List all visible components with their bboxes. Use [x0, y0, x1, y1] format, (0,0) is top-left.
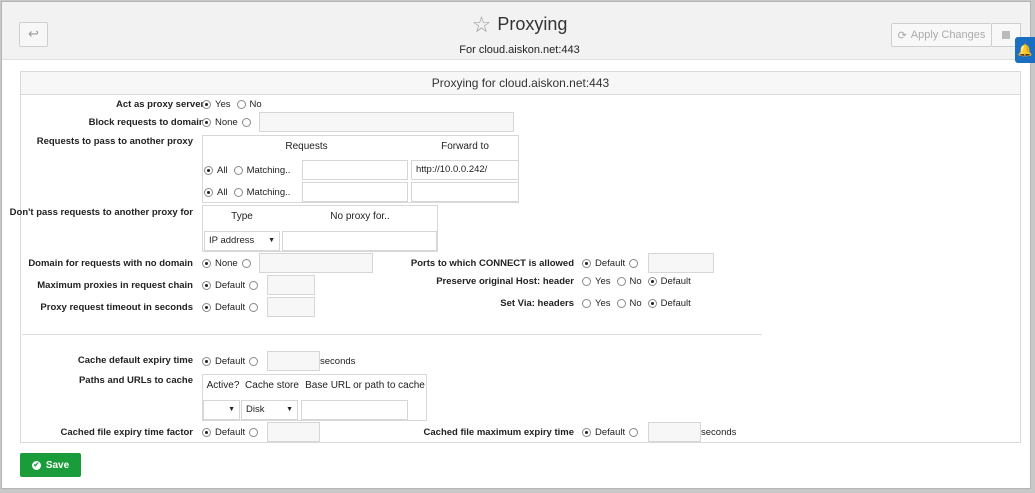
max-proxies-label: Maximum proxies in request chain: [37, 280, 193, 291]
cache-expiry-default-radio[interactable]: Default: [202, 356, 245, 367]
cached-factor-custom-radio[interactable]: [249, 427, 262, 438]
save-label: Save: [45, 459, 70, 471]
type-select[interactable]: IP address ▼: [204, 231, 280, 251]
cache-paths-label: Paths and URLs to cache: [78, 375, 193, 386]
preserve-host-label: Preserve original Host: header: [436, 276, 574, 287]
row2-all-radio[interactable]: All: [204, 187, 228, 198]
section-divider: [22, 334, 762, 335]
cache-store-column-header: Cache store: [245, 380, 299, 391]
max-proxies-custom-radio[interactable]: [249, 280, 262, 291]
no-pass-table: Type No proxy for.. IP address ▼: [202, 205, 438, 252]
base-url-column-header: Base URL or path to cache: [305, 380, 425, 391]
row2-forward-input[interactable]: [411, 182, 519, 202]
proxy-panel: Proxying for cloud.aiskon.net:443 Act as…: [10, 71, 1021, 443]
preserve-host-yes-radio[interactable]: Yes: [582, 276, 611, 287]
bell-icon[interactable]: 🔔: [1015, 37, 1035, 63]
preserve-host-no-radio[interactable]: No: [616, 276, 642, 287]
proxy-server-label: Act as proxy server?: [116, 99, 210, 110]
cached-factor-label: Cached file expiry time factor: [60, 427, 193, 438]
active-column-header: Active?: [206, 380, 240, 391]
stop-icon: [1002, 31, 1010, 39]
type-column-header: Type: [231, 211, 253, 222]
save-button[interactable]: ✔ Save: [20, 453, 81, 477]
no-pass-label: Don't pass requests to another proxy for: [9, 207, 193, 218]
page-title: Proxying: [497, 14, 568, 34]
connect-ports-label: Ports to which CONNECT is allowed: [410, 258, 574, 269]
cached-factor-input[interactable]: [267, 422, 320, 442]
cache-paths-table: Active? Cache store Base URL or path to …: [202, 374, 427, 421]
no-domain-input[interactable]: [259, 253, 373, 273]
row1-matching-radio[interactable]: Matching..: [233, 165, 290, 176]
set-via-label: Set Via: headers: [500, 298, 574, 309]
preserve-host-default-radio[interactable]: Default: [647, 276, 691, 287]
chevron-down-icon: ▼: [268, 237, 275, 244]
cache-store-select[interactable]: Disk ▼: [241, 400, 298, 420]
apply-changes-button[interactable]: ⟳ Apply Changes: [891, 23, 992, 47]
requests-column-header: Requests: [285, 141, 328, 152]
no-domain-custom-radio[interactable]: [241, 258, 255, 269]
timeout-input[interactable]: [267, 297, 315, 317]
star-icon[interactable]: ☆: [472, 13, 492, 35]
forward-to-column-header: Forward to: [441, 141, 489, 152]
check-circle-icon: ✔: [31, 460, 41, 470]
proxy-server-no-radio[interactable]: No: [236, 99, 262, 110]
chevron-down-icon: ▼: [228, 406, 235, 413]
cached-max-custom-radio[interactable]: [629, 427, 642, 438]
block-domains-none-radio[interactable]: None: [202, 117, 238, 128]
no-proxy-for-column-header: No proxy for..: [330, 211, 390, 222]
cache-expiry-custom-radio[interactable]: [249, 356, 262, 367]
cache-expiry-input[interactable]: [267, 351, 320, 371]
set-via-default-radio[interactable]: Default: [647, 298, 691, 309]
row1-matching-input[interactable]: [302, 160, 408, 180]
title-block: ☆ Proxying For cloud.aiskon.net:443: [2, 13, 1035, 56]
row1-all-radio[interactable]: All: [204, 165, 228, 176]
timeout-default-radio[interactable]: Default: [202, 302, 245, 313]
set-via-no-radio[interactable]: No: [616, 298, 642, 309]
active-select[interactable]: ▼: [203, 400, 240, 420]
block-domains-input[interactable]: [259, 112, 514, 132]
no-domain-label: Domain for requests with no domain: [28, 258, 193, 269]
set-via-yes-radio[interactable]: Yes: [582, 298, 611, 309]
row2-matching-input[interactable]: [302, 182, 408, 202]
cached-max-input[interactable]: [648, 422, 701, 442]
cached-max-label: Cached file maximum expiry time: [423, 427, 574, 438]
cached-factor-default-radio[interactable]: Default: [202, 427, 245, 438]
block-domains-custom-radio[interactable]: [241, 117, 255, 128]
page-subtitle: For cloud.aiskon.net:443: [459, 44, 580, 56]
connect-custom-radio[interactable]: [629, 258, 642, 269]
no-proxy-for-input[interactable]: [282, 231, 437, 251]
panel-heading: Proxying for cloud.aiskon.net:443: [21, 72, 1020, 95]
row2-matching-radio[interactable]: Matching..: [233, 187, 290, 198]
timeout-custom-radio[interactable]: [249, 302, 262, 313]
max-proxies-input[interactable]: [267, 275, 315, 295]
apply-changes-label: Apply Changes: [910, 29, 986, 41]
proxy-server-yes-radio[interactable]: Yes: [202, 99, 231, 110]
cache-expiry-unit: seconds: [320, 356, 356, 367]
header-bar: ↩ ☆ Proxying For cloud.aiskon.net:443 ⟳ …: [2, 2, 1030, 60]
cache-expiry-label: Cache default expiry time: [77, 355, 193, 366]
cached-max-unit: seconds: [701, 427, 737, 438]
cached-max-default-radio[interactable]: Default: [582, 427, 625, 438]
max-proxies-default-radio[interactable]: Default: [202, 280, 245, 291]
connect-ports-input[interactable]: [648, 253, 714, 273]
no-domain-none-radio[interactable]: None: [202, 258, 238, 269]
row1-forward-input[interactable]: http://10.0.0.242/: [411, 160, 519, 180]
base-url-input[interactable]: [301, 400, 408, 420]
timeout-label: Proxy request timeout in seconds: [40, 302, 193, 313]
block-domains-label: Block requests to domains: [88, 117, 210, 128]
chevron-down-icon: ▼: [286, 406, 293, 413]
connect-default-radio[interactable]: Default: [582, 258, 625, 269]
refresh-icon: ⟳: [897, 29, 907, 42]
page-frame: ↩ ☆ Proxying For cloud.aiskon.net:443 ⟳ …: [1, 1, 1031, 489]
pass-proxy-label: Requests to pass to another proxy: [36, 136, 193, 147]
pass-proxy-table: Requests Forward to All Matching.. http:…: [202, 135, 519, 203]
